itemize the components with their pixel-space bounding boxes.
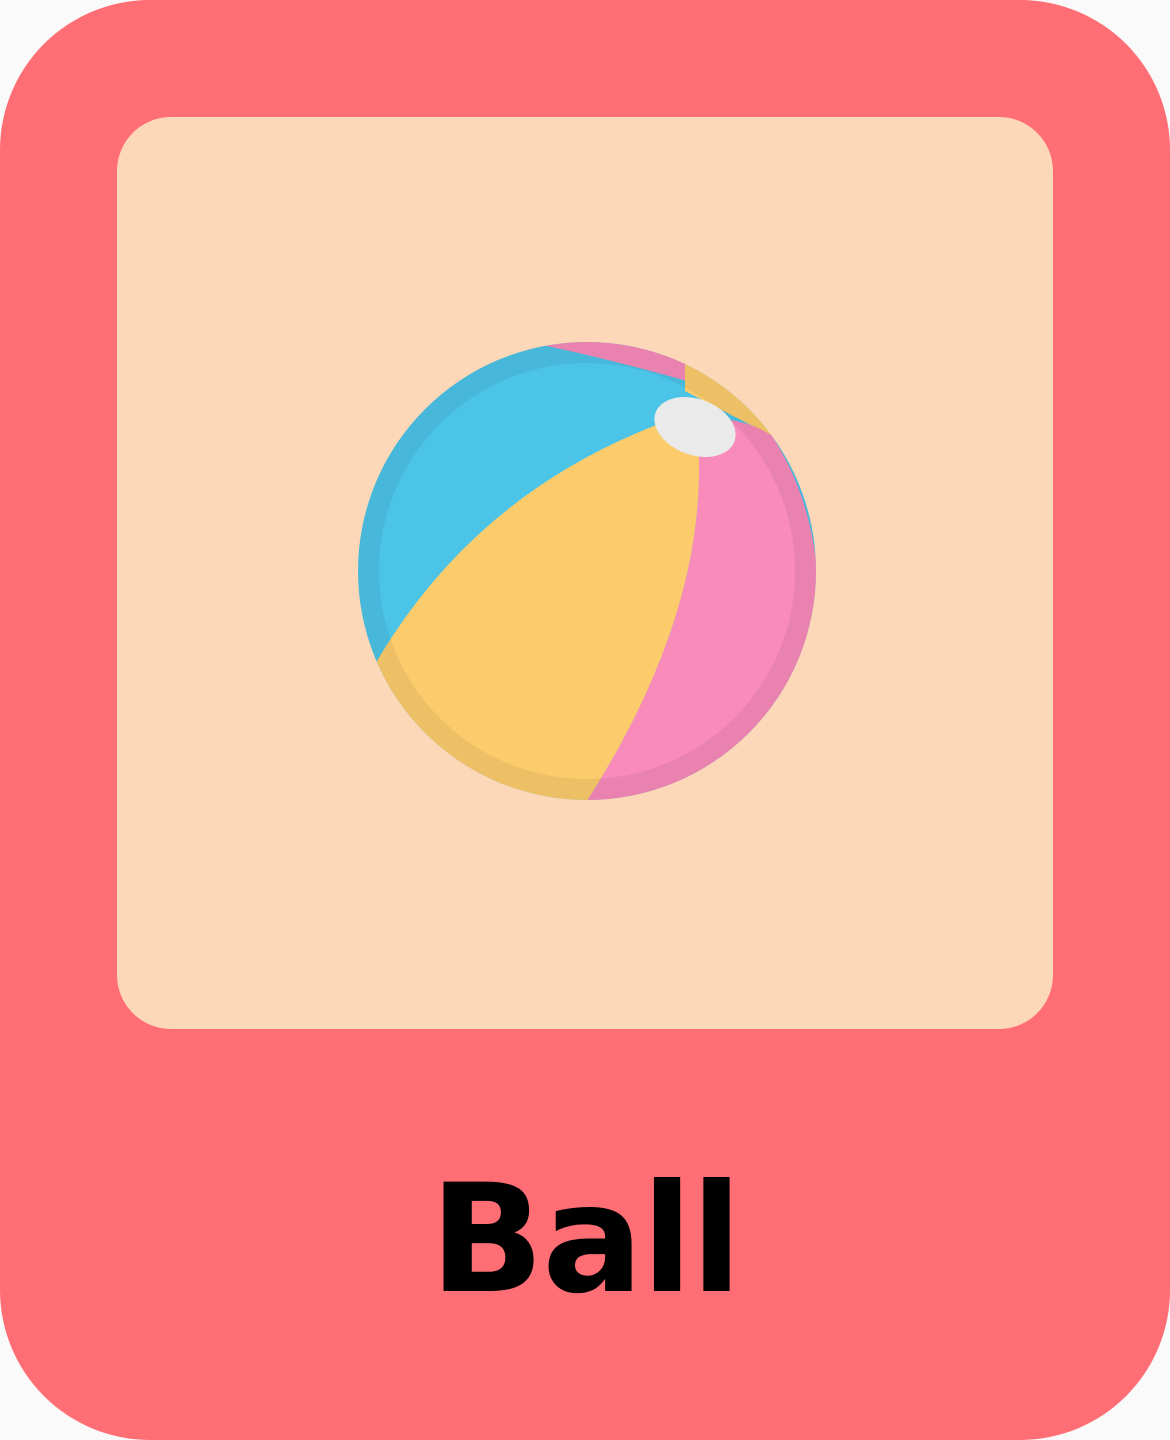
flashcard: Ball xyxy=(0,0,1170,1440)
word-label: Ball xyxy=(429,1153,742,1327)
image-panel xyxy=(117,117,1053,1029)
beach-ball-icon xyxy=(358,342,816,800)
